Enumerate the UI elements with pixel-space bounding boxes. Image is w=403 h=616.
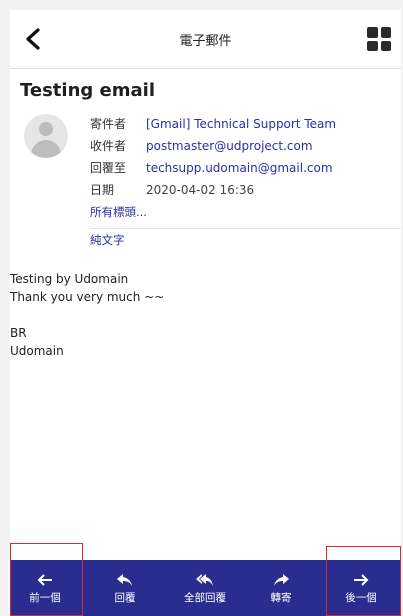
reply-button[interactable]: 回覆: [90, 560, 160, 616]
date-value: 2020-04-02 16:36: [146, 183, 255, 197]
grid-icon-cell: [380, 40, 391, 51]
reply-label: 回覆: [114, 592, 136, 604]
grid-icon: [367, 27, 378, 38]
reply-icon: [117, 574, 132, 586]
reply-all-label: 全部回覆: [184, 592, 226, 604]
reply-to-label: 回覆至: [90, 161, 127, 175]
all-headers-link[interactable]: 所有標頭...: [90, 204, 147, 220]
grid-icon-cell: [367, 40, 378, 51]
forward-label: 轉寄: [270, 592, 292, 604]
reply-all-button[interactable]: 全部回覆: [170, 560, 240, 616]
body-line: Thank you very much ~~: [10, 290, 165, 304]
reply-all-icon: [196, 574, 213, 586]
body-line: Udomain: [10, 344, 64, 358]
grid-menu-button[interactable]: [367, 27, 391, 51]
reply-to-value[interactable]: techsupp.udomain@gmail.com: [146, 160, 333, 176]
divider: [90, 228, 401, 229]
plain-text-link[interactable]: 純文字: [90, 232, 125, 248]
page-title: 電子郵件: [179, 34, 232, 49]
top-bar: 電子郵件: [10, 10, 401, 69]
from-label: 寄件者: [90, 117, 127, 131]
highlight-box-previous: [10, 543, 83, 616]
email-body: Testing by Udomain Thank you very much ~…: [10, 270, 164, 360]
body-line: [10, 306, 164, 324]
avatar-body: [31, 140, 61, 158]
from-value[interactable]: [Gmail] Technical Support Team: [146, 116, 336, 132]
date-label: 日期: [90, 183, 115, 197]
forward-icon: [274, 574, 289, 586]
grid-icon-cell: [380, 27, 391, 38]
highlight-box-next: [326, 546, 401, 616]
to-value[interactable]: postmaster@udproject.com: [146, 138, 313, 154]
body-line: BR: [10, 326, 27, 340]
screen: 電子郵件 Testing email 寄件者 [Gmail] Technical…: [10, 10, 401, 616]
to-label: 收件者: [90, 139, 127, 153]
body-line: Testing by Udomain: [10, 272, 129, 286]
email-subject: Testing email: [20, 80, 155, 101]
avatar: [24, 114, 68, 158]
avatar-head: [39, 122, 53, 136]
forward-button[interactable]: 轉寄: [246, 560, 316, 616]
